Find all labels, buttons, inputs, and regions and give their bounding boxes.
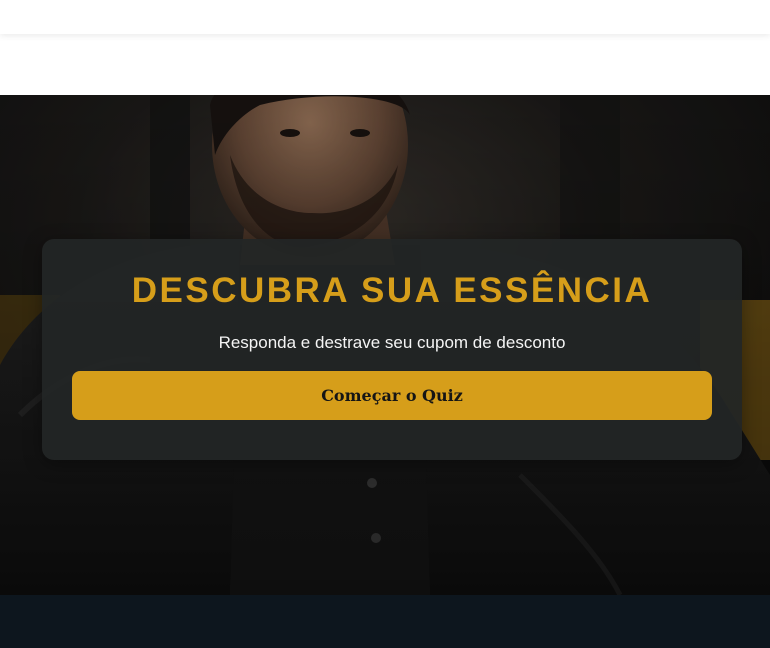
- top-header-bar: [0, 0, 770, 34]
- hero-title: DESCUBRA SUA ESSÊNCIA: [131, 271, 653, 310]
- header-spacer: [0, 34, 770, 95]
- quiz-promo-card: DESCUBRA SUA ESSÊNCIA Responda e destrav…: [42, 239, 742, 460]
- hero-subtitle: Responda e destrave seu cupom de descont…: [218, 333, 566, 352]
- footer-section: [0, 595, 770, 648]
- hero-section: DESCUBRA SUA ESSÊNCIA Responda e destrav…: [0, 95, 770, 595]
- start-quiz-button[interactable]: Começar o Quiz: [72, 371, 712, 420]
